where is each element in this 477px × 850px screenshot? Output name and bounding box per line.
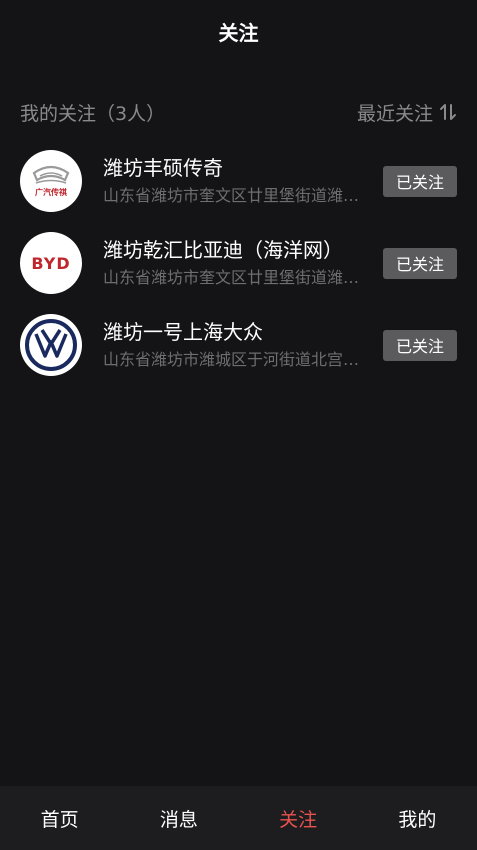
- dealer-name: 潍坊乾汇比亚迪（海洋网）: [103, 238, 343, 262]
- dealer-name: 潍坊一号上海大众: [103, 320, 263, 344]
- dealer-name: 潍坊丰硕传奇: [103, 156, 223, 180]
- follow-count-label: 我的关注（3人）: [20, 102, 166, 125]
- sort-arrows-icon: [439, 103, 457, 121]
- tab-messages[interactable]: 消息: [119, 786, 238, 850]
- page-title: 关注: [218, 20, 259, 45]
- dealer-info: 潍坊一号上海大众 山东省潍坊市潍城区于河街道北宫…: [103, 319, 369, 371]
- tab-home[interactable]: 首页: [0, 786, 119, 850]
- followed-button[interactable]: 已关注: [383, 247, 457, 279]
- followed-button[interactable]: 已关注: [383, 165, 457, 197]
- dealer-info: 潍坊乾汇比亚迪（海洋网） 山东省潍坊市奎文区廿里堡街道潍…: [103, 237, 369, 289]
- sort-recent-button[interactable]: 最近关注: [357, 99, 457, 126]
- dealer-info: 潍坊丰硕传奇 山东省潍坊市奎文区廿里堡街道潍…: [103, 155, 369, 207]
- volkswagen-logo: [20, 314, 82, 376]
- list-item[interactable]: BYD 潍坊乾汇比亚迪（海洋网） 山东省潍坊市奎文区廿里堡街道潍… 已关注: [0, 222, 477, 304]
- bottom-tab-bar: 首页 消息 关注 我的: [0, 786, 477, 850]
- dealer-address: 山东省潍坊市奎文区廿里堡街道潍…: [103, 186, 360, 205]
- gac-trumpchi-logo: 广汽传祺: [20, 150, 82, 212]
- logo-wordmark: 广汽传祺: [35, 187, 67, 197]
- followed-dealer-list: 广汽传祺 潍坊丰硕传奇 山东省潍坊市奎文区廿里堡街道潍… 已关注 BYD 潍坊乾…: [0, 140, 477, 386]
- list-item[interactable]: 广汽传祺 潍坊丰硕传奇 山东省潍坊市奎文区廿里堡街道潍… 已关注: [0, 140, 477, 222]
- dealer-address: 山东省潍坊市潍城区于河街道北宫…: [103, 350, 360, 369]
- followed-button[interactable]: 已关注: [383, 329, 457, 361]
- tab-profile[interactable]: 我的: [358, 786, 477, 850]
- sort-label: 最近关注: [356, 102, 433, 125]
- follow-list-header: 我的关注（3人） 最近关注: [20, 96, 457, 128]
- list-item[interactable]: 潍坊一号上海大众 山东省潍坊市潍城区于河街道北宫… 已关注: [0, 304, 477, 386]
- tab-following[interactable]: 关注: [239, 786, 358, 850]
- app-root: 关注 我的关注（3人） 最近关注 广汽传祺 潍坊丰硕传奇 山东省潍坊市奎文区廿里…: [0, 0, 477, 850]
- page-header: 关注: [0, 0, 477, 62]
- logo-wordmark: BYD: [31, 254, 70, 273]
- byd-logo: BYD: [20, 232, 82, 294]
- dealer-address: 山东省潍坊市奎文区廿里堡街道潍…: [103, 268, 360, 287]
